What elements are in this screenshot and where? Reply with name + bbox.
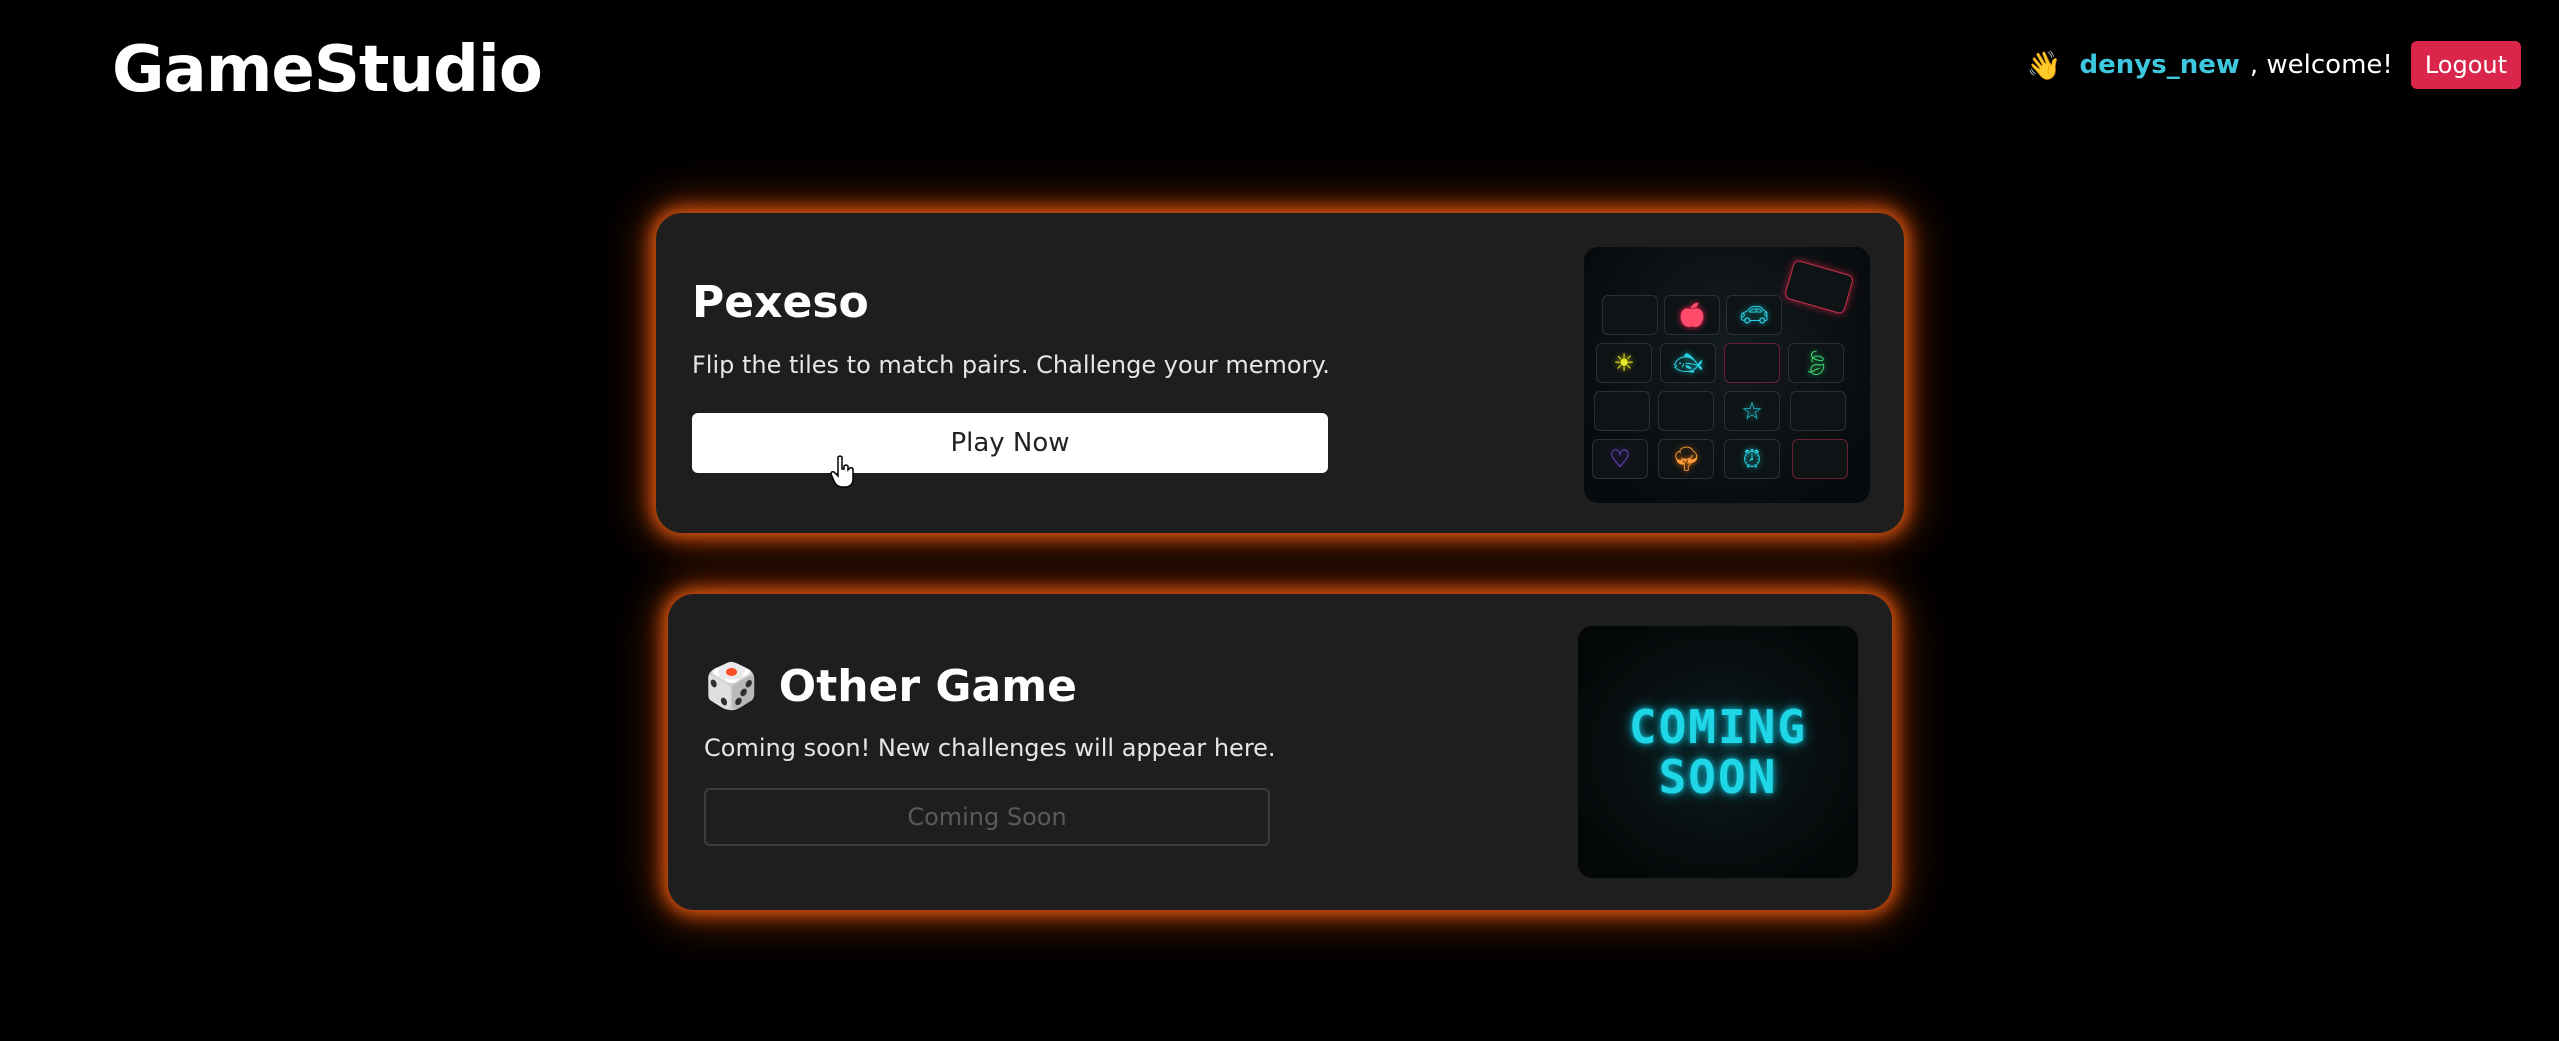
game-description: Flip the tiles to match pairs. Challenge… xyxy=(692,351,1330,379)
coming-soon-line2: SOON xyxy=(1658,750,1778,804)
coming-soon-button: Coming Soon xyxy=(704,788,1270,846)
user-area: 👋 denys_new , welcome! Logout xyxy=(2027,40,2521,90)
game-card-other: 🎲 Other Game Coming soon! New challenges… xyxy=(668,594,1892,910)
fish-icon: 🐟︎ xyxy=(1660,343,1716,383)
tile xyxy=(1594,391,1650,431)
tile xyxy=(1790,391,1846,431)
coming-soon-line1: COMING xyxy=(1628,700,1808,754)
wave-icon: 👋 xyxy=(2026,48,2062,82)
tile xyxy=(1783,259,1855,315)
game-description: Coming soon! New challenges will appear … xyxy=(704,734,1276,762)
tile xyxy=(1602,295,1658,335)
coming-soon-thumbnail: COMING SOON xyxy=(1578,626,1858,878)
heart-icon: ♡ xyxy=(1592,439,1648,479)
game-title: Pexeso xyxy=(692,277,869,328)
alarm-clock-icon: ⏰︎ xyxy=(1724,439,1780,479)
car-icon: 🚗︎ xyxy=(1726,295,1782,335)
welcome-text: , welcome! xyxy=(2249,50,2393,80)
play-now-button[interactable]: Play Now xyxy=(692,413,1328,473)
game-title: Other Game xyxy=(778,660,1077,712)
leaf-icon: 🍃︎ xyxy=(1788,343,1844,383)
tile xyxy=(1724,343,1780,383)
tile xyxy=(1658,391,1714,431)
dice-icon: 🎲 xyxy=(704,661,759,712)
app-logo[interactable]: GameStudio xyxy=(112,30,543,110)
sun-icon: ☀︎ xyxy=(1596,343,1652,383)
username: denys_new xyxy=(2079,50,2240,80)
header: GameStudio 👋 denys_new , welcome! Logout xyxy=(0,0,2559,140)
apple-icon: 🍎︎ xyxy=(1664,295,1720,335)
tree-icon: 🌳︎ xyxy=(1658,439,1714,479)
coming-soon-neon-text: COMING SOON xyxy=(1578,702,1858,802)
game-title-row: 🎲 Other Game xyxy=(704,660,1077,713)
hand-pointer-icon xyxy=(830,455,854,488)
logout-button[interactable]: Logout xyxy=(2410,41,2521,89)
tile xyxy=(1792,439,1848,479)
pexeso-thumbnail: 🍎︎ 🚗︎ ☀︎ 🐟︎ 🍃︎ ☆ ♡ 🌳︎ ⏰︎ xyxy=(1584,247,1870,503)
star-icon: ☆ xyxy=(1724,391,1780,431)
